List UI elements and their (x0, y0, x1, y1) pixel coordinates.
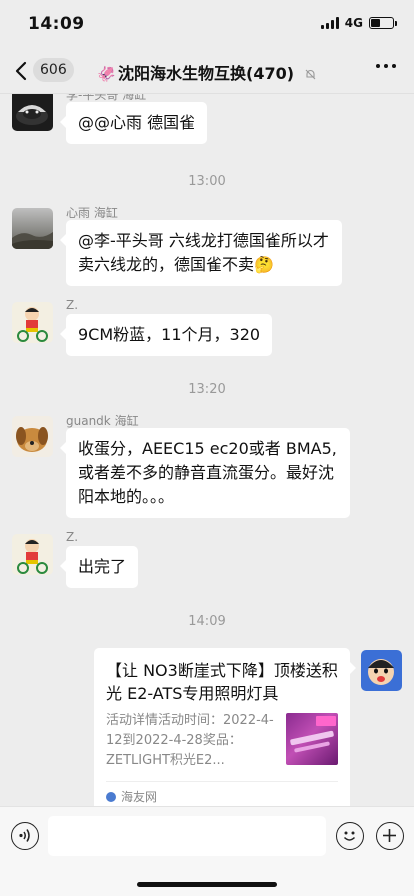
battery-icon (369, 17, 397, 29)
misty-landscape-avatar-icon (12, 232, 53, 249)
message-bubble[interactable]: @@心雨 德国雀 (59, 102, 208, 144)
cartoon-boy-avatar-icon (368, 659, 394, 685)
sender-name: Z. (66, 298, 79, 312)
sender-name: 心雨 海缸 (66, 206, 118, 220)
source-logo-icon (106, 791, 116, 802)
link-card-title: 【让 NO3断崖式下降】顶楼送积光 E2-ATS专用照明灯具 (106, 661, 338, 703)
message-bubble[interactable]: 9CM粉蓝，11个月，320 (59, 314, 273, 356)
time-separator: 13:00 (188, 174, 226, 189)
avatar-self[interactable] (361, 650, 402, 691)
message-bubble[interactable]: 收蛋分，AEEC15 ec20或者 BMA5,或者差不多的静音直流蛋分。最好沈阳… (60, 428, 350, 518)
avatar[interactable] (12, 208, 53, 249)
status-indicators: 4G (320, 16, 397, 30)
link-card-source: 海友网 (106, 781, 338, 806)
home-indicator[interactable] (137, 882, 277, 887)
cartoon-boy-on-bike-avatar-icon (17, 539, 48, 574)
avatar[interactable] (12, 94, 53, 131)
chat-header: 606 🦑 沈阳海水生物互换(470) (0, 48, 414, 94)
chat-title-text: 沈阳海水生物互换(470) (118, 64, 295, 83)
puppy-avatar-icon (16, 427, 48, 452)
time-separator: 13:20 (188, 382, 226, 397)
avatar[interactable] (12, 534, 53, 575)
link-card-description: 活动详情活动时间：2022-4-12到2022-4-28奖品：ZETLIGHT积… (106, 713, 274, 768)
message-bubble[interactable]: 出完了 (59, 546, 139, 588)
plus-icon[interactable] (376, 822, 404, 850)
time-separator: 14:09 (188, 614, 226, 629)
avatar[interactable] (12, 416, 53, 457)
sender-name: guandk 海缸 (66, 414, 139, 428)
voice-input-icon[interactable] (11, 822, 39, 850)
status-bar: 14:09 4G (0, 0, 414, 48)
avatar[interactable] (12, 302, 53, 343)
link-card[interactable]: 【让 NO3断崖式下降】顶楼送积光 E2-ATS专用照明灯具 活动详情活动时间：… (94, 648, 356, 806)
link-card-body: 活动详情活动时间：2022-4-12到2022-4-28奖品：ZETLIGHT积… (106, 711, 338, 771)
status-time: 14:09 (28, 14, 85, 34)
message-input[interactable] (48, 816, 326, 856)
cartoon-boy-on-bike-avatar-icon (17, 307, 48, 342)
emoji-icon[interactable] (336, 822, 364, 850)
mute-bell-icon (305, 69, 316, 80)
badger-avatar-icon (16, 105, 48, 125)
message-list[interactable]: 李-平头哥 海缸 @@心雨 德国雀 13:00 心雨 海缸 @李-平头哥 六线龙… (0, 94, 414, 806)
signal-icon (320, 17, 339, 29)
link-card-thumbnail (286, 713, 338, 765)
title-emoji: 🦑 (97, 65, 117, 83)
message-bubble[interactable]: @李-平头哥 六线龙打德国雀所以才卖六线龙的，德国雀不卖🤔 (60, 220, 342, 286)
network-label: 4G (344, 16, 363, 30)
link-card-source-name: 海友网 (121, 790, 158, 804)
sender-name: Z. (66, 530, 79, 544)
chat-title: 🦑 沈阳海水生物互换(470) (0, 60, 414, 84)
more-options-icon[interactable] (376, 64, 396, 68)
